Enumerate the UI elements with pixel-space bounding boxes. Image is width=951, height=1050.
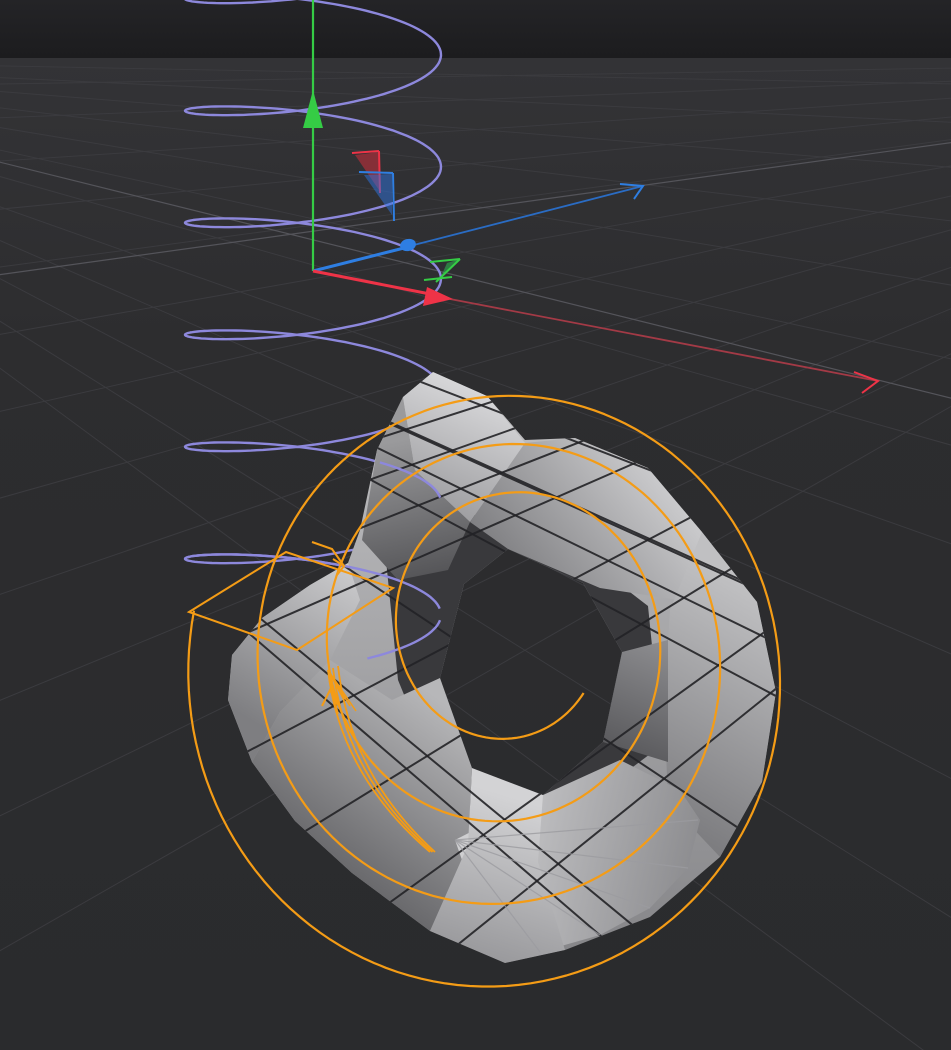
3d-viewport-svg[interactable] bbox=[0, 0, 951, 1050]
viewport-canvas[interactable] bbox=[0, 0, 951, 1050]
